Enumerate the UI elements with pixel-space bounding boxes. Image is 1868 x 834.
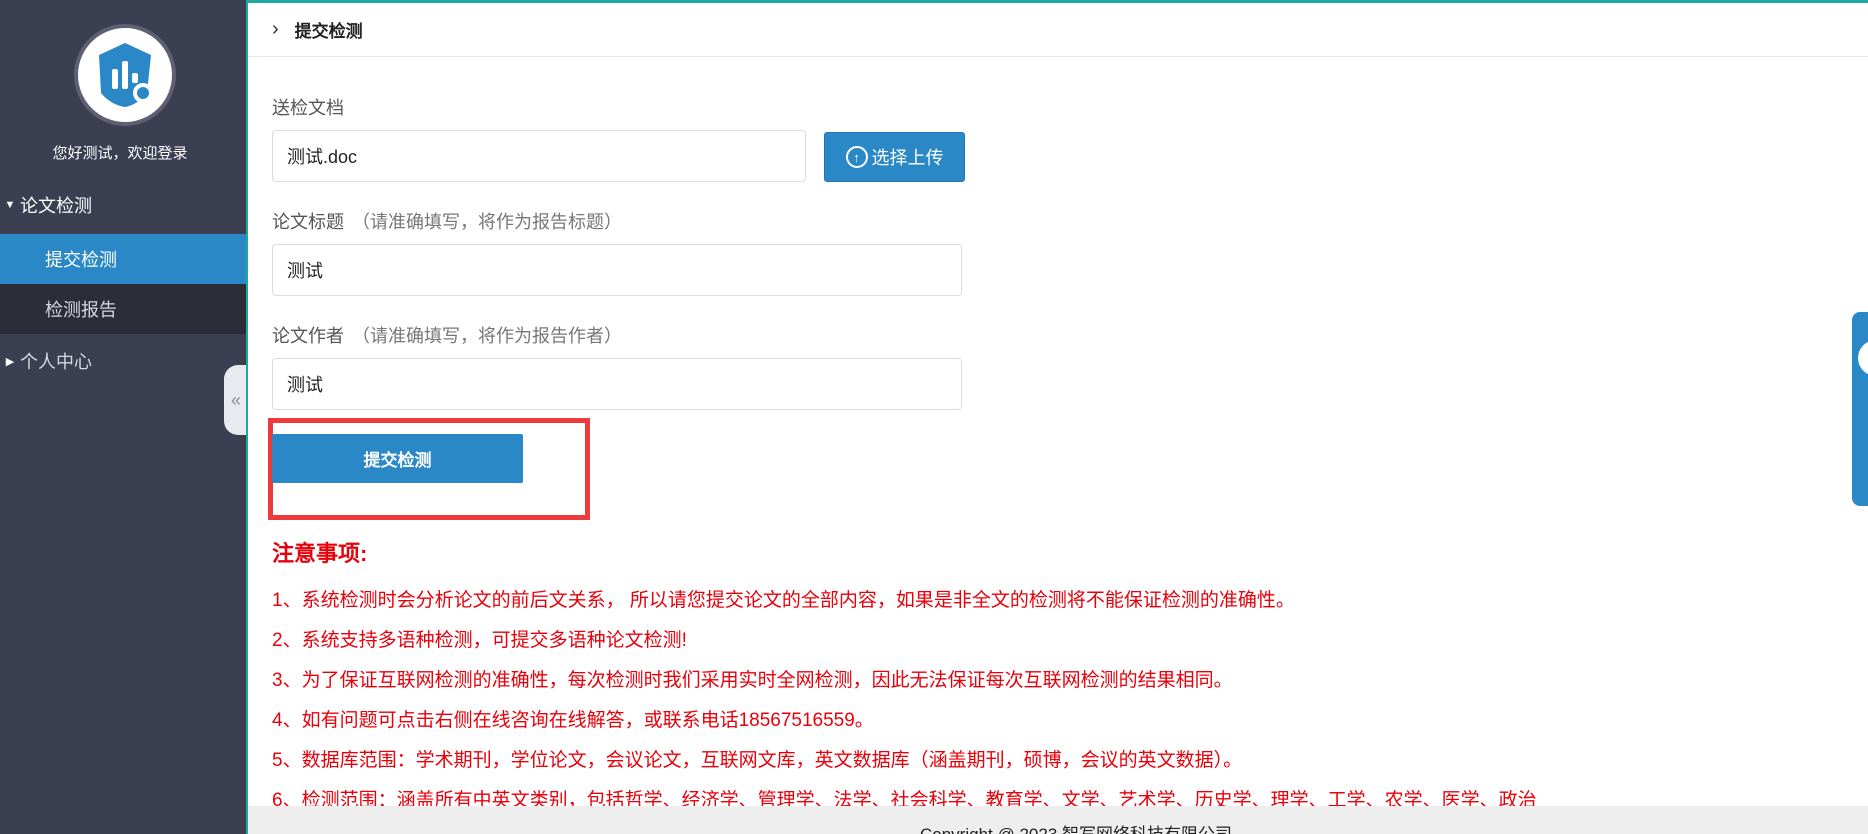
nav-group-paper-check[interactable]: ▼ 论文检测 <box>0 180 246 230</box>
author-label-text: 论文作者 <box>272 326 344 346</box>
upload-icon: ↑ <box>845 146 868 168</box>
online-consult-tab[interactable] <box>1852 312 1868 506</box>
note-item: 4、如有问题可点击右侧在线咨询在线解答，或联系电话18567516559。 <box>272 710 874 731</box>
nav-group-label: 个人中心 <box>20 352 92 372</box>
sidebar-item-reports[interactable]: 检测报告 <box>0 284 246 334</box>
author-label: 论文作者 （请准确填写，将作为报告作者） <box>272 322 622 348</box>
note-item: 5、数据库范围：学术期刊，学位论文，会议论文，互联网文库，英文数据库（涵盖期刊，… <box>272 750 1243 771</box>
logo <box>74 24 176 126</box>
page-title: 提交检测 <box>294 22 363 41</box>
breadcrumb: › 提交检测 <box>248 3 1868 57</box>
doc-file-value: 测试.doc <box>287 147 358 167</box>
title-hint: （请准确填写，将作为报告标题） <box>352 212 622 232</box>
note-item: 1、系统检测时会分析论文的前后文关系， 所以请您提交论文的全部内容，如果是非全文… <box>272 590 1295 611</box>
footer-copyright: Copyright @ 2023 智写网络科技有限公司 <box>920 820 1232 834</box>
title-input[interactable]: 测试 <box>272 244 962 296</box>
title-label-text: 论文标题 <box>272 212 344 232</box>
submit-check-button[interactable]: 提交检测 <box>272 434 523 483</box>
note-item: 3、为了保证互联网检测的准确性，每次检测时我们采用实时全网检测，因此无法保证每次… <box>272 670 1233 691</box>
notes-title: 注意事项: <box>272 541 368 566</box>
sidebar-item-label: 提交检测 <box>45 250 117 270</box>
welcome-text: 您好测试，欢迎登录 <box>52 145 188 162</box>
chevron-right-icon: › <box>272 18 279 40</box>
sidebar-item-label: 检测报告 <box>45 300 117 320</box>
title-label: 论文标题 （请准确填写，将作为报告标题） <box>272 208 622 234</box>
content-left-border <box>246 0 248 834</box>
upload-button-label: 选择上传 <box>871 148 944 168</box>
author-input[interactable]: 测试 <box>272 358 962 410</box>
sidebar-collapse-handle[interactable]: « <box>224 365 248 435</box>
collapse-icon: « <box>230 389 241 410</box>
nav-group-personal-center[interactable]: ▶ 个人中心 <box>0 336 246 386</box>
author-hint: （请准确填写，将作为报告作者） <box>352 326 622 346</box>
nav-group-label: 论文检测 <box>20 196 92 216</box>
chat-icon <box>1858 340 1868 376</box>
note-item: 2、系统支持多语种检测，可提交多语种论文检测! <box>272 630 687 651</box>
sidebar: 您好测试，欢迎登录 ▼ 论文检测 提交检测 检测报告 ▶ 个人中心 <box>0 0 246 834</box>
logo-icon <box>99 43 153 107</box>
triangle-right-icon: ▶ <box>5 355 15 368</box>
author-input-value: 测试 <box>287 375 323 395</box>
doc-label: 送检文档 <box>272 98 344 118</box>
title-input-value: 测试 <box>287 261 323 281</box>
upload-button[interactable]: ↑ 选择上传 <box>824 132 965 182</box>
doc-file-field[interactable]: 测试.doc <box>272 130 806 182</box>
submit-button-label: 提交检测 <box>363 451 432 470</box>
triangle-down-icon: ▼ <box>4 199 16 211</box>
sidebar-item-submit-check[interactable]: 提交检测 <box>0 234 246 284</box>
footer: Copyright @ 2023 智写网络科技有限公司 <box>248 806 1868 834</box>
